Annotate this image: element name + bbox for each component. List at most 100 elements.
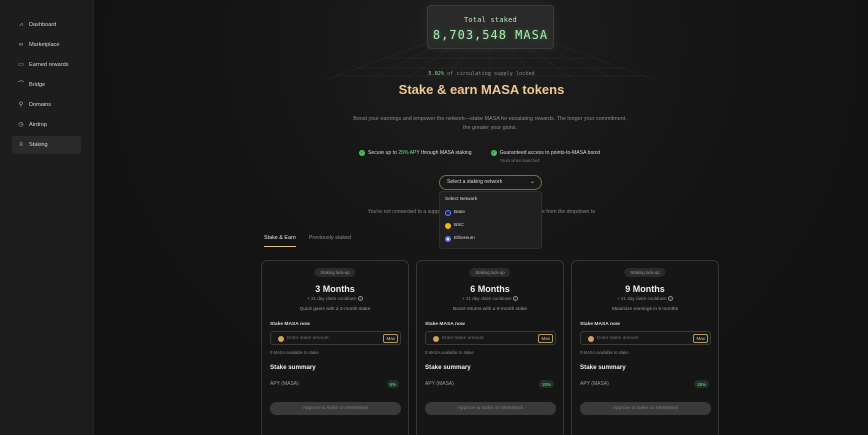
- network-select[interactable]: Select a staking network ⌄: [439, 175, 542, 190]
- bridge-icon: ⌒: [18, 82, 25, 88]
- staking-card-3-months: Staking lock-up 3 Months + 21 day claim …: [261, 260, 409, 435]
- sidebar-item-label: Airdrop: [29, 122, 48, 128]
- sidebar-item-label: Domains: [29, 102, 52, 108]
- stake-summary-title: Stake summary: [580, 364, 626, 371]
- network-option-bsc[interactable]: BSC: [445, 219, 536, 232]
- available-balance: 0 MASA available to stake: [425, 350, 474, 355]
- lockup-duration: 3 Months: [315, 284, 355, 294]
- approve-stake-button[interactable]: Approve & stake on MetaMask: [425, 402, 556, 415]
- dropdown-title: Select Network: [445, 197, 478, 202]
- chevron-down-icon: ⌄: [529, 179, 535, 185]
- stake-amount-input[interactable]: [597, 333, 689, 344]
- supply-locked-percent: 5.02%: [428, 71, 445, 77]
- apy-badge: 20%: [539, 380, 554, 388]
- sidebar-item-staking[interactable]: ≡ Staking: [12, 136, 81, 154]
- sidebar: ⩘ Dashboard ∞ Marketplace ▭ Earned rewar…: [0, 0, 94, 435]
- apy-row: APY (MASA) 5%: [270, 380, 401, 388]
- apy-label: APY (MASA): [270, 381, 299, 387]
- network-option-ethereum[interactable]: ◆ Ethereum: [445, 232, 536, 245]
- wallet-icon: ▭: [18, 62, 24, 68]
- total-staked-label: Total staked: [464, 16, 517, 24]
- option-label: Ethereum: [454, 236, 475, 241]
- page-title: Stake & earn MASA tokens: [398, 82, 565, 97]
- sidebar-item-label: Marketplace: [29, 42, 60, 48]
- staking-card-6-months: Staking lock-up 6 Months + 21 day claim …: [416, 260, 564, 435]
- stake-input-label: Stake MASA now: [425, 322, 465, 327]
- feature-boost: ✓ Guaranteed access to points-to-MASA bo…: [490, 150, 601, 163]
- stake-amount-field: Max: [580, 331, 711, 345]
- tab-stake-earn[interactable]: Stake & Earn: [264, 235, 296, 247]
- option-label: BSC: [454, 223, 464, 228]
- stake-summary-title: Stake summary: [425, 364, 471, 371]
- network-option-base[interactable]: Base: [445, 206, 536, 219]
- stake-input-label: Stake MASA now: [270, 322, 310, 327]
- total-staked-card: Total staked 8,703,548 MASA: [427, 5, 554, 49]
- approve-stake-button[interactable]: Approve & stake on MetaMask: [580, 402, 711, 415]
- total-staked-value: 8,703,548 MASA: [432, 28, 549, 42]
- stake-amount-field: Max: [425, 331, 556, 345]
- sidebar-item-marketplace[interactable]: ∞ Marketplace: [12, 36, 81, 54]
- cooldown-text: + 21 day claim cooldown i: [262, 296, 408, 302]
- available-balance: 0 MASA available to stake: [580, 350, 629, 355]
- sidebar-item-earned-rewards[interactable]: ▭ Earned rewards: [12, 56, 81, 74]
- lockup-badge: Staking lock-up: [469, 268, 511, 277]
- staking-cards: Staking lock-up 3 Months + 21 day claim …: [261, 260, 726, 435]
- feature-text: Guaranteed access to points-to-MASA boos…: [499, 150, 601, 156]
- network-dropdown: Select Network Base BSC ◆ Ethereum: [439, 191, 542, 249]
- key-icon: ⚲: [18, 102, 24, 108]
- bsc-logo-icon: [445, 222, 451, 229]
- sidebar-item-label: Staking: [29, 142, 48, 148]
- info-icon[interactable]: i: [667, 296, 673, 302]
- sidebar-item-label: Bridge: [29, 82, 46, 88]
- airdrop-icon: ◷: [18, 122, 24, 128]
- max-button[interactable]: Max: [538, 334, 553, 343]
- lockup-duration: 6 Months: [470, 284, 510, 294]
- feature-subtext: Yours when launched: [499, 158, 540, 163]
- chart-icon: ⩘: [19, 22, 23, 28]
- tab-previously-staked[interactable]: Previously staked: [309, 235, 351, 247]
- feature-text: Secure up to: [368, 150, 399, 156]
- masa-coin-icon: [433, 335, 439, 342]
- sidebar-item-label: Dashboard: [29, 22, 57, 28]
- approve-stake-button[interactable]: Approve & stake on MetaMask: [270, 402, 401, 415]
- apy-row: APY (MASA) 25%: [580, 380, 711, 388]
- feature-accent: 25% APY: [398, 150, 420, 156]
- supply-locked-suffix: of circulating supply locked: [444, 71, 535, 77]
- stake-amount-input[interactable]: [442, 333, 534, 344]
- link-icon: ∞: [18, 42, 24, 48]
- apy-badge: 5%: [386, 380, 399, 388]
- masa-coin-icon: [588, 335, 594, 342]
- stake-tabs: Stake & Earn Previously staked: [264, 235, 364, 247]
- cooldown-label: + 21 day claim cooldown: [462, 296, 512, 301]
- available-balance: 0 MASA available to stake: [270, 350, 319, 355]
- network-select-label: Select a staking network: [447, 179, 503, 185]
- base-logo-icon: [445, 209, 451, 216]
- info-icon[interactable]: i: [512, 296, 518, 302]
- lockup-badge: Staking lock-up: [624, 268, 666, 277]
- lockup-duration: 9 Months: [625, 284, 665, 294]
- stake-amount-field: Max: [270, 331, 401, 345]
- stake-summary-title: Stake summary: [270, 364, 316, 371]
- sidebar-item-dashboard[interactable]: ⩘ Dashboard: [12, 16, 81, 34]
- sidebar-item-airdrop[interactable]: ◷ Airdrop: [12, 116, 81, 134]
- stake-amount-input[interactable]: [287, 333, 379, 344]
- lockup-badge: Staking lock-up: [314, 268, 356, 277]
- staking-card-9-months: Staking lock-up 9 Months + 21 day claim …: [571, 260, 719, 435]
- apy-row: APY (MASA) 20%: [425, 380, 556, 388]
- apy-label: APY (MASA): [425, 381, 454, 387]
- apy-badge: 25%: [694, 380, 709, 388]
- masa-coin-icon: [278, 335, 284, 342]
- feature-list: ✓ Secure up to 25% APY through MASA stak…: [359, 150, 619, 163]
- page-subtitle: Boost your earnings and empower the netw…: [353, 116, 627, 131]
- sidebar-item-domains[interactable]: ⚲ Domains: [12, 96, 81, 114]
- card-description: Boost returns with a 6-month stake: [452, 307, 528, 312]
- info-icon[interactable]: i: [357, 296, 363, 302]
- max-button[interactable]: Max: [693, 334, 708, 343]
- sidebar-item-bridge[interactable]: ⌒ Bridge: [12, 76, 81, 94]
- max-button[interactable]: Max: [383, 334, 398, 343]
- cooldown-label: + 21 day claim cooldown: [617, 296, 667, 301]
- stake-input-label: Stake MASA now: [580, 322, 620, 327]
- feature-apy: ✓ Secure up to 25% APY through MASA stak…: [359, 150, 472, 163]
- supply-locked-text: 5.02% of circulating supply locked: [95, 71, 868, 77]
- card-description: Quick gains with a 3-month stake: [299, 307, 371, 312]
